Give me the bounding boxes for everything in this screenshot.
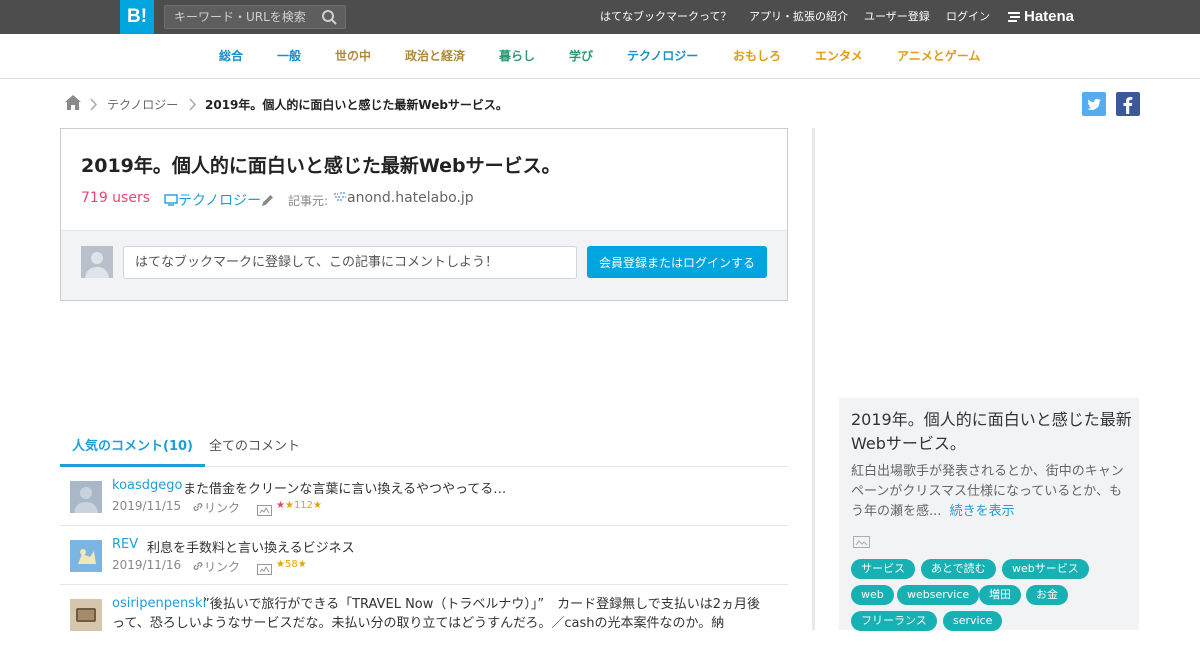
show-more-link[interactable]: 続きを表示: [950, 504, 1015, 519]
nav-apps[interactable]: アプリ・拡張の紹介: [749, 0, 848, 34]
entry-title[interactable]: 2019年。個人的に面白いと感じた最新Webサービス。: [81, 151, 561, 178]
link-icon: [193, 503, 203, 511]
comment-text: 利息を手数料と言い換えるビジネス: [147, 541, 355, 556]
twitter-icon: [1087, 98, 1101, 110]
chevron-right-icon: [90, 96, 98, 115]
hatena-logo-icon: [1008, 12, 1020, 22]
category-tab[interactable]: 総合: [219, 34, 243, 78]
category-tab[interactable]: エンタメ: [815, 34, 863, 78]
category-tab[interactable]: おもしろ: [733, 34, 781, 78]
chevron-right-icon: [189, 96, 197, 115]
users-count[interactable]: 719 users: [81, 190, 150, 206]
avatar[interactable]: [70, 540, 102, 572]
comment-date[interactable]: 2019/11/16: [112, 558, 181, 572]
tag-chip[interactable]: あとで読む: [921, 559, 996, 579]
category-tab[interactable]: 暮らし: [499, 34, 535, 78]
tag-chip[interactable]: お金: [1026, 585, 1068, 605]
facebook-share-button[interactable]: [1116, 92, 1140, 116]
comment-text: ”後払いで旅行ができる「TRAVEL Now（トラベルナウ）」” カード登録無し…: [112, 597, 761, 631]
comment-text: また借金をクリーンな言葉に言い換えるやつやってる…: [183, 482, 507, 497]
comment-item: osiripenpenski ”後払いで旅行ができる「TRAVEL Now（トラ…: [60, 585, 788, 645]
avatar: [81, 246, 113, 278]
comment-date[interactable]: 2019/11/15: [112, 499, 181, 513]
entry-box: 2019年。個人的に面白いと感じた最新Webサービス。 719 users テク…: [60, 128, 788, 301]
comment-link-label: リンク: [204, 560, 241, 574]
pencil-icon[interactable]: [261, 192, 274, 211]
comment-link[interactable]: リンク: [192, 499, 240, 516]
comment-user[interactable]: koasdgego: [112, 478, 182, 493]
image-icon: [853, 533, 870, 552]
facebook-icon: [1123, 97, 1133, 114]
nav-signup[interactable]: ユーザー登録: [864, 0, 930, 34]
tag-chip[interactable]: サービス: [851, 559, 915, 579]
tab-popular-comments[interactable]: 人気のコメント(10): [60, 430, 205, 467]
tag-chip[interactable]: フリーランス: [851, 611, 937, 631]
column-divider: [812, 128, 815, 630]
category-tab[interactable]: 世の中: [335, 34, 371, 78]
comment-item: REV 利息を手数料と言い換えるビジネス 2019/11/16 リンク ★58★: [60, 526, 788, 585]
category-nav: 総合 一般 世の中 政治と経済 暮らし 学び テクノロジー おもしろ エンタメ …: [0, 34, 1200, 79]
breadcrumb-category[interactable]: テクノロジー: [107, 96, 178, 113]
search-input[interactable]: [165, 6, 315, 28]
category-tab[interactable]: 政治と経済: [405, 34, 465, 78]
tag-chip[interactable]: web: [851, 585, 894, 605]
nav-about[interactable]: はてなブックマークって？: [600, 0, 731, 34]
entry-category-label: テクノロジー: [178, 193, 262, 209]
hatena-bookmark-logo[interactable]: B!: [120, 0, 154, 34]
comment-input[interactable]: [123, 246, 577, 279]
star-count[interactable]: ★58★: [276, 559, 307, 570]
twitter-share-button[interactable]: [1082, 92, 1106, 116]
comment-form: 会員登録またはログインする: [61, 230, 787, 300]
avatar[interactable]: [70, 481, 102, 513]
star-count-label: 112: [293, 500, 314, 511]
star-count-label: 58: [284, 559, 298, 570]
favicon-icon: [334, 192, 346, 201]
search-icon[interactable]: [321, 9, 338, 30]
comment-link[interactable]: リンク: [192, 558, 240, 575]
comment-item: koasdgego また借金をクリーンな言葉に言い換えるやつやってる… 2019…: [60, 467, 788, 526]
entry-source[interactable]: anond.hatelabo.jp: [333, 190, 474, 206]
entry-summary-card: 2019年。個人的に面白いと感じた最新Webサービス。 紅白出場歌手が発表される…: [839, 398, 1139, 631]
search-box: [164, 5, 346, 29]
add-star-icon[interactable]: [257, 560, 272, 579]
category-tab[interactable]: 学び: [569, 34, 593, 78]
tag-chip[interactable]: webservice: [897, 585, 980, 605]
category-tab[interactable]: 一般: [277, 34, 301, 78]
entry-source-label: anond.hatelabo.jp: [347, 190, 474, 206]
category-tab[interactable]: テクノロジー: [627, 34, 698, 78]
link-icon: [193, 562, 203, 570]
nav-login[interactable]: ログイン: [946, 0, 990, 34]
global-header: B! はてなブックマークって？ アプリ・拡張の紹介 ユーザー登録 ログイン Ha…: [0, 0, 1200, 34]
comment-tabs: 人気のコメント(10) 全てのコメント: [60, 430, 788, 467]
comment-link-label: リンク: [204, 501, 241, 515]
hatena-brand-label: Hatena: [1024, 8, 1075, 25]
source-label: 記事元:: [288, 194, 329, 208]
hatena-brand-link[interactable]: Hatena: [1007, 0, 1074, 34]
avatar[interactable]: [70, 599, 102, 631]
tag-chip[interactable]: service: [943, 611, 1003, 631]
summary-title[interactable]: 2019年。個人的に面白いと感じた最新Webサービス。: [851, 408, 1133, 456]
category-tab[interactable]: アニメとゲーム: [897, 34, 980, 78]
star-count[interactable]: ★★112★: [276, 500, 322, 511]
add-star-icon[interactable]: [257, 501, 272, 520]
comment-user[interactable]: REV: [112, 537, 138, 552]
register-login-button[interactable]: 会員登録またはログインする: [587, 246, 767, 278]
home-icon[interactable]: [64, 94, 82, 115]
tag-chip[interactable]: 増田: [979, 585, 1021, 605]
tab-all-comments[interactable]: 全てのコメント: [209, 430, 300, 467]
summary-description: 紅白出場歌手が発表されるとか、街中のキャンペーンがクリスマス仕様になっているとか…: [851, 462, 1129, 522]
entry-category[interactable]: テクノロジー: [164, 190, 261, 210]
breadcrumb-current: 2019年。個人的に面白いと感じた最新Webサービス。: [205, 98, 508, 112]
tag-chip[interactable]: webサービス: [1002, 559, 1089, 579]
monitor-icon: [164, 194, 178, 206]
